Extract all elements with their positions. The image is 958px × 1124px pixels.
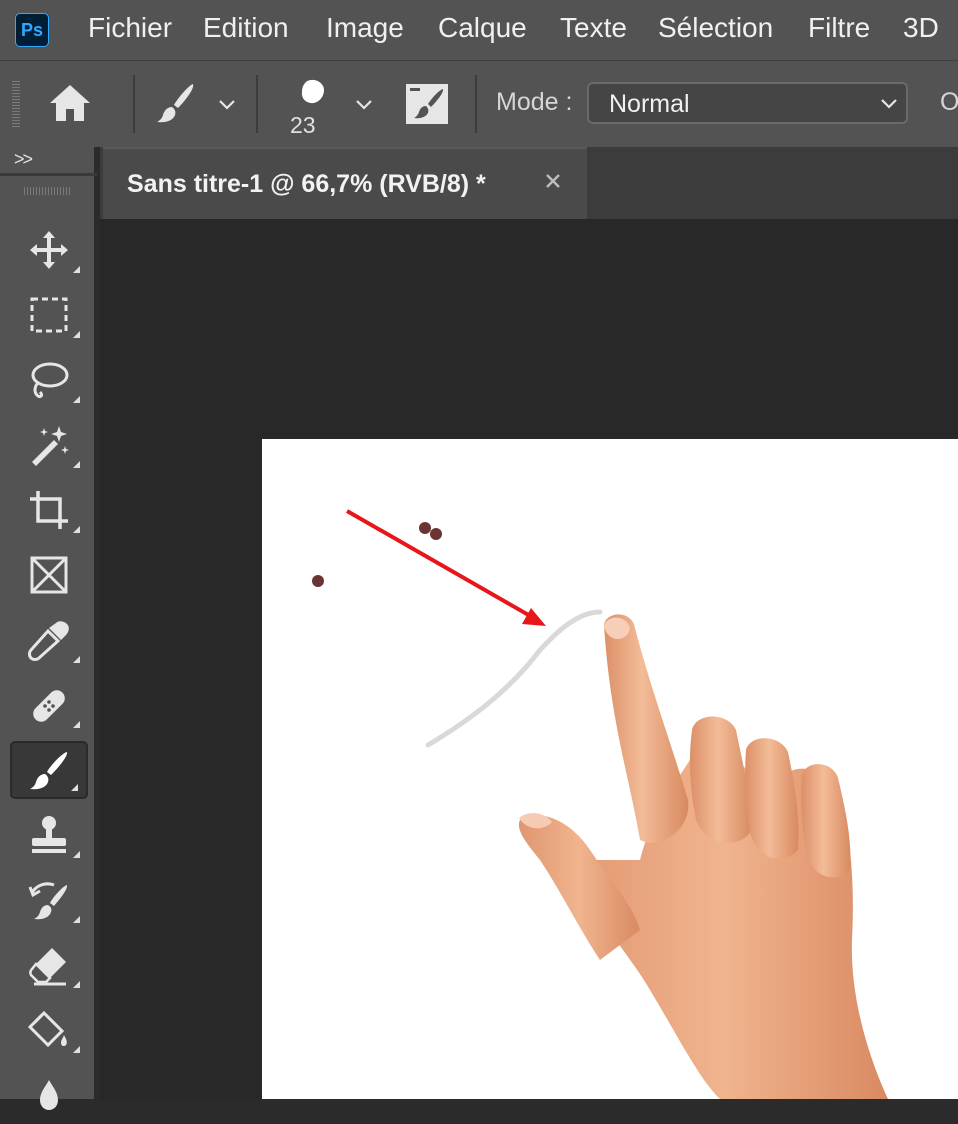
document-tab-title: Sans titre-1 @ 66,7% (RVB/8) * [127,170,486,198]
document-tab[interactable]: Sans titre-1 @ 66,7% (RVB/8) * [103,147,587,219]
blur-drop-icon [40,1080,58,1110]
tool-group-indicator [73,916,80,923]
move-icon [30,231,68,269]
clone-stamp-tool[interactable] [10,806,88,864]
marquee-tool[interactable] [10,286,88,344]
magic-wand-tool[interactable] [10,416,88,474]
eraser-tool[interactable] [10,936,88,994]
tool-group-indicator [73,656,80,663]
paint-bucket-tool[interactable] [10,1001,88,1059]
brush-icon [30,752,68,790]
bandage-icon [33,690,65,722]
tools-panel: >> [0,147,97,1110]
collapse-panel-button[interactable]: >> [14,149,33,170]
magic-wand-icon [32,426,69,466]
options-separator [133,75,135,133]
tool-group-indicator [73,396,80,403]
menu-fichier[interactable]: Fichier [88,12,172,44]
lasso-icon [31,362,69,399]
eraser-icon [29,948,66,986]
menu-selection[interactable]: Sélection [658,12,773,44]
opacity-label: O [940,88,958,116]
options-separator [256,75,258,133]
photoshop-logo[interactable]: Ps [15,13,49,47]
crop-tool[interactable] [10,481,88,539]
tool-group-indicator [73,981,80,988]
tools-panel-grip[interactable] [24,187,72,195]
crop-icon [30,491,68,529]
brush-stroke [425,609,603,748]
chevron-down-icon [881,99,897,109]
frame-icon [30,556,68,594]
brush-settings-panel-icon[interactable] [405,83,449,125]
panel-divider [0,173,97,176]
menu-bar: Ps Fichier Edition Image Calque Texte Sé… [0,0,958,60]
history-brush-tool[interactable] [10,871,88,929]
stamp-icon [32,816,66,853]
menu-calque[interactable]: Calque [438,12,527,44]
paint-bucket-icon [28,1010,67,1048]
brush-tool[interactable] [10,741,88,799]
options-separator [475,75,477,133]
brush-tip-icon[interactable] [298,77,328,107]
menu-edition[interactable]: Edition [203,12,289,44]
tool-group-indicator [73,526,80,533]
healing-brush-tool[interactable] [10,676,88,734]
brush-size-value[interactable]: 23 [290,112,316,139]
lasso-tool[interactable] [10,351,88,409]
menu-texte[interactable]: Texte [560,12,627,44]
close-icon[interactable] [543,171,563,191]
document-canvas[interactable] [262,439,958,1099]
document-tab-bar: Sans titre-1 @ 66,7% (RVB/8) * [100,147,958,219]
blend-mode-value: Normal [609,90,690,118]
menu-filtre[interactable]: Filtre [808,12,870,44]
tool-group-indicator [73,851,80,858]
eyedropper-icon [28,621,69,661]
tool-group-indicator [73,266,80,273]
menu-3d[interactable]: 3D [903,12,939,44]
tool-group-indicator [73,331,80,338]
options-bar-grip[interactable] [12,81,20,129]
chevron-down-icon[interactable] [355,99,373,111]
marquee-icon [30,297,68,333]
blur-tool[interactable] [10,1066,88,1124]
hand-illustration [518,614,888,1099]
annotation-arrow [346,509,546,626]
tool-group-indicator [73,721,80,728]
canvas-artwork [312,509,888,1099]
frame-tool[interactable] [10,546,88,604]
tool-group-indicator [73,1046,80,1053]
chevron-down-icon[interactable] [218,99,236,111]
tool-group-indicator [73,461,80,468]
home-icon[interactable] [48,83,92,123]
mode-label: Mode : [496,88,573,116]
blend-mode-select[interactable]: Normal [587,82,908,124]
menu-image[interactable]: Image [326,12,404,44]
tool-group-indicator [71,784,78,791]
history-brush-icon [28,882,68,920]
eyedropper-tool[interactable] [10,611,88,669]
move-tool[interactable] [10,221,88,279]
brush-preset-icon[interactable] [155,81,197,125]
